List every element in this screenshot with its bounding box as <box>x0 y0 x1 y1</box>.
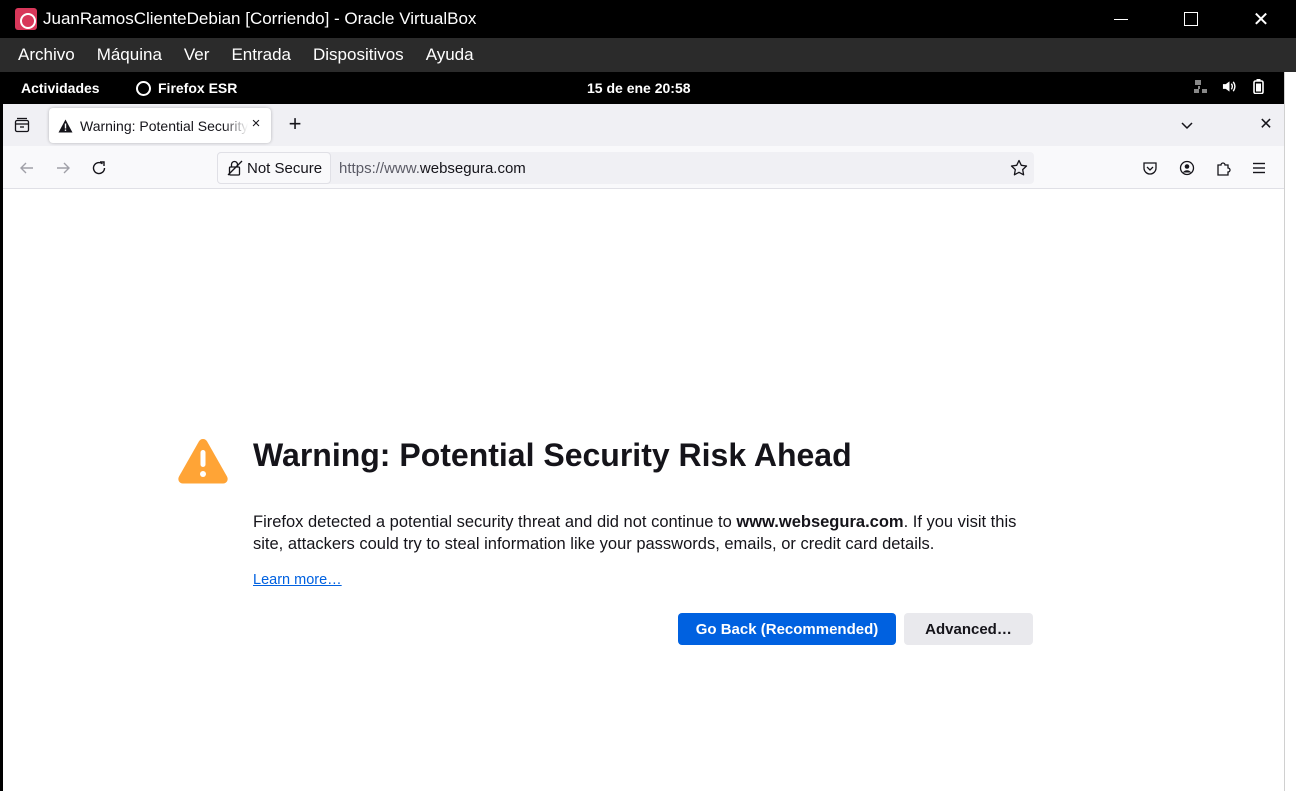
bookmark-star-icon[interactable] <box>1010 159 1028 177</box>
network-icon <box>1193 79 1208 94</box>
tab-close-icon[interactable]: × <box>249 116 263 131</box>
firefox-navbar: Not Secure https://www.websegura.com <box>3 146 1284 189</box>
vm-scrollbar[interactable] <box>1284 72 1296 791</box>
activities-button[interactable]: Actividades <box>21 80 100 96</box>
warning-description: Firefox detected a potential security th… <box>253 511 1043 555</box>
chevron-down-icon[interactable] <box>1179 117 1195 133</box>
system-tray[interactable] <box>1193 79 1266 94</box>
close-window-icon[interactable]: ✕ <box>1258 117 1274 133</box>
menu-dispositivos[interactable]: Dispositivos <box>313 45 404 65</box>
maximize-button[interactable] <box>1156 0 1226 38</box>
host-window-titlebar: JuanRamosClienteDebian [Corriendo] - Ora… <box>0 0 1296 38</box>
tab-security-warning[interactable]: Warning: Potential Security Risk Ahead × <box>49 108 271 143</box>
page-content: Warning: Potential Security Risk Ahead F… <box>3 189 1284 791</box>
description-part-1: Firefox detected a potential security th… <box>253 513 737 531</box>
go-back-button[interactable]: Go Back (Recommended) <box>678 613 896 645</box>
forward-arrow-icon[interactable] <box>54 159 72 177</box>
close-icon: ✕ <box>1252 8 1270 31</box>
site-security-indicator[interactable]: Not Secure <box>217 152 332 184</box>
clock[interactable]: 15 de ene 20:58 <box>587 80 691 96</box>
learn-more-link[interactable]: Learn more… <box>253 572 342 588</box>
window-controls: ✕ <box>1086 0 1296 38</box>
firefox-icon <box>136 80 151 96</box>
extensions-icon[interactable] <box>1214 159 1232 177</box>
app-menu-label: Firefox ESR <box>158 80 238 96</box>
pocket-icon[interactable] <box>1141 159 1159 177</box>
insecure-lock-icon <box>227 160 243 176</box>
host-window-title: JuanRamosClienteDebian [Corriendo] - Ora… <box>43 9 477 28</box>
virtualbox-logo-icon <box>15 8 37 30</box>
warning-icon <box>58 119 73 133</box>
firefox-tabbar: Warning: Potential Security Risk Ahead ×… <box>3 104 1284 146</box>
menu-archivo[interactable]: Archivo <box>18 45 75 65</box>
reload-icon[interactable] <box>90 159 108 177</box>
maximize-icon <box>1184 12 1198 26</box>
account-icon[interactable] <box>1178 159 1196 177</box>
minimize-button[interactable] <box>1086 0 1156 38</box>
menu-ver[interactable]: Ver <box>184 45 210 65</box>
virtualbox-menubar: Archivo Máquina Ver Entrada Dispositivos… <box>0 38 1296 72</box>
url-text[interactable]: https://www.websegura.com <box>339 160 526 177</box>
menu-maquina[interactable]: Máquina <box>97 45 162 65</box>
guest-display: Actividades Firefox ESR 15 de ene 20:58 <box>3 72 1284 791</box>
close-button[interactable]: ✕ <box>1226 0 1296 38</box>
menu-entrada[interactable]: Entrada <box>231 45 291 65</box>
description-domain: www.websegura.com <box>736 513 904 531</box>
url-domain: websegura.com <box>419 159 526 177</box>
url-prefix: https://www. <box>339 159 420 177</box>
tab-title: Warning: Potential Security Risk Ahead <box>80 117 248 134</box>
hamburger-menu-icon[interactable] <box>1250 159 1268 177</box>
page-title: Warning: Potential Security Risk Ahead <box>253 437 852 473</box>
battery-icon <box>1251 79 1266 94</box>
firefox-view-icon[interactable] <box>14 117 30 133</box>
minimize-icon <box>1114 18 1128 20</box>
back-arrow-icon[interactable] <box>18 159 36 177</box>
gnome-topbar: Actividades Firefox ESR 15 de ene 20:58 <box>3 72 1284 104</box>
new-tab-button[interactable]: + <box>285 113 305 135</box>
advanced-button[interactable]: Advanced… <box>904 613 1033 645</box>
url-bar[interactable]: Not Secure https://www.websegura.com <box>217 152 1034 184</box>
app-menu[interactable]: Firefox ESR <box>136 80 237 96</box>
volume-icon <box>1222 79 1237 94</box>
warning-triangle-icon <box>177 437 229 485</box>
security-label: Not Secure <box>247 159 323 177</box>
menu-ayuda[interactable]: Ayuda <box>426 45 474 65</box>
